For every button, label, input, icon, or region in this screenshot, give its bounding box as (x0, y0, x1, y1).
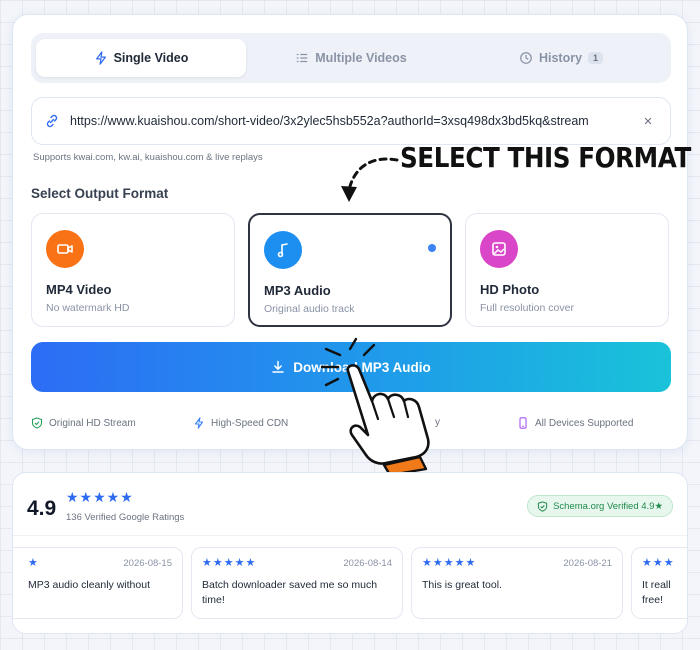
shield-check-icon (537, 500, 548, 512)
list-icon (297, 53, 308, 63)
tab-history[interactable]: History 1 (456, 39, 666, 77)
video-camera-icon (57, 244, 73, 254)
tab-label: Single Video (113, 51, 189, 65)
feature-label: High-Speed CDN (211, 417, 289, 429)
tab-single-video[interactable]: Single Video (36, 39, 246, 77)
review-card: ★★★ It reall free! (631, 547, 687, 619)
tab-multiple-videos[interactable]: Multiple Videos (246, 39, 456, 77)
feature-item: Original HD Stream (31, 417, 136, 429)
format-title: HD Photo (480, 282, 540, 297)
image-icon (492, 242, 506, 256)
bolt-icon (194, 417, 204, 429)
review-date: 2026-08-14 (343, 558, 392, 569)
format-icon-circle (46, 230, 84, 268)
supported-sites-text: Supports kwai.com, kw.ai, kuaishou.com &… (33, 152, 263, 163)
annotation-text: SELECT THIS FORMAT (400, 141, 691, 174)
feature-label: All Devices Supported (535, 417, 634, 429)
mobile-icon (519, 417, 527, 429)
url-field[interactable]: × (31, 97, 671, 145)
tab-label: Multiple Videos (315, 51, 407, 65)
format-subtitle: Original audio track (264, 303, 355, 315)
review-stars: ★★★★★ (202, 557, 257, 569)
review-card: ★★★★★ 2026-08-21 This is great tool. (411, 547, 623, 619)
format-option-mp3[interactable]: MP3 Audio Original audio track (248, 213, 452, 327)
feature-item: All Devices Supported (517, 417, 633, 429)
format-title: MP3 Audio (264, 283, 331, 298)
review-stars: ★★★★★ (422, 557, 477, 569)
verified-badge: Schema.org Verified 4.9★ (527, 495, 673, 517)
selected-indicator (428, 244, 436, 252)
feature-label: Original HD Stream (49, 417, 136, 429)
review-stars: ★★★ (642, 557, 675, 569)
bolt-icon (95, 51, 106, 65)
tab-label: History (538, 51, 583, 65)
reviews-section: 4.9 ★★★★★ 136 Verified Google Ratings Sc… (12, 472, 688, 634)
rating-score: 4.9 (27, 497, 57, 520)
download-icon (272, 360, 284, 373)
clock-icon (520, 52, 532, 64)
review-date: 2026-08-15 (123, 558, 172, 569)
shield-check-icon (31, 417, 43, 429)
format-icon-circle (480, 230, 518, 268)
review-text: MP3 audio cleanly without (28, 579, 150, 591)
review-date: 2026-08-21 (563, 558, 612, 569)
format-option-photo[interactable]: HD Photo Full resolution cover (465, 213, 669, 327)
music-note-icon (277, 243, 288, 258)
verified-badge-label: Schema.org Verified 4.9★ (553, 500, 663, 512)
review-card: ★ 2026-08-15 MP3 audio cleanly without (13, 547, 183, 619)
rating-stars: ★★★★★ (66, 489, 134, 505)
review-card: ★★★★★ 2026-08-14 Batch downloader saved … (191, 547, 403, 619)
review-text: It reall free! (642, 579, 671, 606)
clear-url-button[interactable]: × (638, 113, 658, 130)
format-subtitle: No watermark HD (46, 302, 130, 314)
curved-arrow-icon (341, 157, 399, 202)
section-title: Select Output Format (31, 186, 169, 201)
url-input[interactable] (70, 114, 638, 128)
review-stars: ★ (28, 557, 39, 569)
review-text: This is great tool. (422, 579, 502, 591)
review-text: Batch downloader saved me so much time! (202, 579, 378, 606)
rating-count-text: 136 Verified Google Ratings (66, 512, 185, 523)
history-count-badge: 1 (588, 52, 604, 64)
mode-tabs: Single Video Multiple Videos History 1 (31, 33, 671, 83)
feature-item: High-Speed CDN (193, 417, 288, 429)
format-option-mp4[interactable]: MP4 Video No watermark HD (31, 213, 235, 327)
format-icon-circle (264, 231, 302, 269)
format-title: MP4 Video (46, 282, 112, 297)
divider (13, 535, 687, 536)
pointing-hand-icon (320, 337, 430, 475)
format-subtitle: Full resolution cover (480, 302, 574, 314)
link-icon (46, 114, 58, 128)
